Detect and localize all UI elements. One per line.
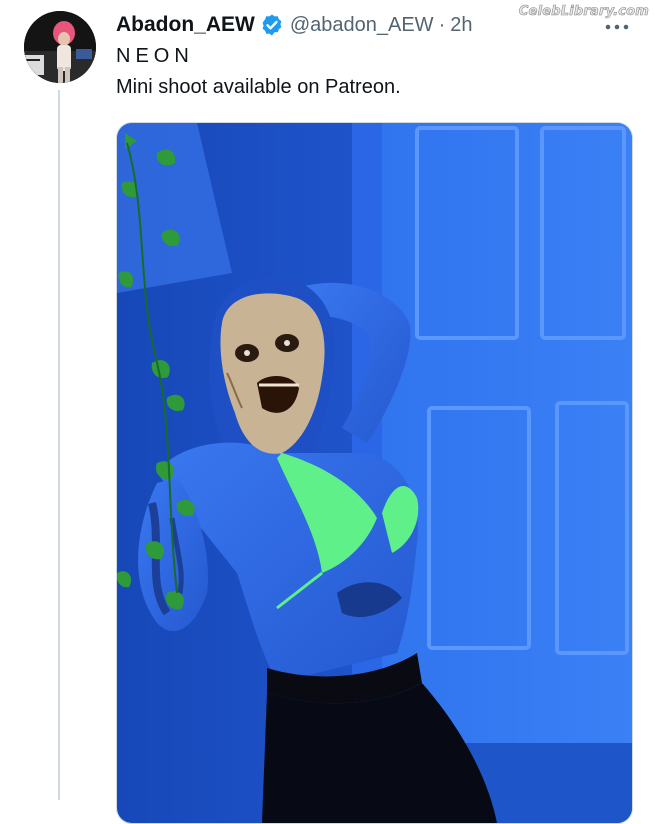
- tweet-text-body: Mini shoot available on Patreon.: [116, 76, 401, 98]
- tweet-text-title: NEON: [116, 45, 194, 67]
- separator-dot: ·: [438, 13, 446, 36]
- profile-avatar[interactable]: [24, 11, 96, 83]
- display-name[interactable]: Abadon_AEW: [116, 13, 255, 37]
- verified-badge-icon: [262, 14, 282, 36]
- timestamp[interactable]: 2h: [450, 14, 472, 37]
- tweet-header: Abadon_AEW @abadon_AEW · 2h: [116, 10, 472, 40]
- watermark-logo: CelebLibrary.com: [518, 4, 650, 20]
- more-options-icon[interactable]: [603, 18, 631, 32]
- user-handle[interactable]: @abadon_AEW: [290, 14, 434, 37]
- neon-photo-image: [117, 123, 632, 823]
- tweet-media-photo[interactable]: [116, 122, 633, 824]
- thread-connector-line: [58, 90, 60, 800]
